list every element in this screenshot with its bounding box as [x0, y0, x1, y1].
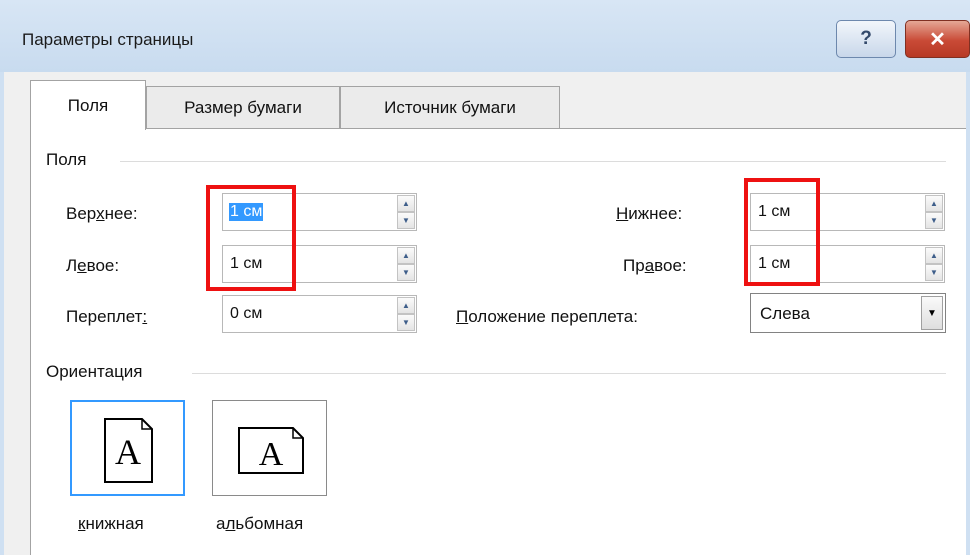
bottom-margin-spin-buttons: ▲ ▼ — [925, 195, 943, 229]
spin-down-icon[interactable]: ▼ — [925, 264, 943, 281]
top-margin-spin-buttons: ▲ ▼ — [397, 195, 415, 229]
spin-down-icon[interactable]: ▼ — [397, 264, 415, 281]
annotation-box-top-left-margins — [206, 185, 296, 291]
spin-up-icon[interactable]: ▲ — [925, 247, 943, 264]
tab-paper-size[interactable]: Размер бумаги — [146, 86, 340, 128]
spin-down-icon[interactable]: ▼ — [925, 212, 943, 229]
help-icon: ? — [860, 28, 872, 49]
page-setup-dialog: Параметры страницы ? ✕ Поля Размер бумаг… — [0, 0, 970, 555]
help-button[interactable]: ? — [836, 20, 896, 58]
gutter-position-label: Положение переплета: — [456, 307, 638, 326]
gutter-position-value: Слева — [760, 304, 810, 323]
left-margin-label: Левое: — [66, 256, 120, 275]
close-icon: ✕ — [929, 28, 946, 51]
portrait-page-icon: A — [104, 418, 153, 483]
gutter-spin-buttons: ▲ ▼ — [397, 297, 415, 331]
gutter-position-select[interactable]: Слева ▼ — [750, 293, 946, 333]
portrait-orientation-button[interactable]: A — [70, 400, 185, 496]
title-bar[interactable]: Параметры страницы ? ✕ — [0, 0, 970, 72]
landscape-label: альбомная — [216, 514, 304, 533]
margins-group-legend: Поля — [46, 150, 87, 169]
spin-up-icon[interactable]: ▲ — [397, 247, 415, 264]
bottom-margin-label: Нижнее: — [616, 204, 683, 223]
dialog-title: Параметры страницы — [22, 30, 194, 49]
portrait-label: книжная — [78, 514, 144, 533]
right-margin-spin-buttons: ▲ ▼ — [925, 247, 943, 281]
page-glyph: A — [115, 432, 141, 472]
tab-label: Поля — [67, 95, 109, 115]
close-button[interactable]: ✕ — [905, 20, 970, 58]
landscape-page-icon: A — [238, 427, 304, 474]
annotation-box-bottom-right-margins — [744, 178, 820, 286]
tab-strip-border — [30, 128, 966, 129]
tab-label: Источник бумаги — [384, 97, 516, 117]
spin-up-icon[interactable]: ▲ — [397, 195, 415, 212]
chevron-down-icon[interactable]: ▼ — [921, 296, 943, 330]
landscape-orientation-button[interactable]: A — [212, 400, 327, 496]
tab-label: Размер бумаги — [184, 97, 302, 117]
window-frame-edge — [966, 72, 970, 555]
orientation-group-legend: Ориентация — [46, 362, 143, 381]
gutter-value[interactable]: 0 см — [230, 305, 262, 323]
spin-down-icon[interactable]: ▼ — [397, 212, 415, 229]
tab-paper-source[interactable]: Источник бумаги — [340, 86, 560, 128]
orientation-group-separator — [192, 373, 946, 374]
top-margin-label: Верхнее: — [66, 204, 138, 223]
gutter-label: Переплет: — [66, 307, 148, 326]
tab-margins[interactable]: Поля — [30, 80, 146, 130]
spin-up-icon[interactable]: ▲ — [397, 297, 415, 314]
page-glyph: A — [259, 436, 284, 473]
left-margin-spin-buttons: ▲ ▼ — [397, 247, 415, 281]
margins-group-separator — [120, 161, 946, 162]
right-margin-label: Правое: — [623, 256, 687, 275]
spin-up-icon[interactable]: ▲ — [925, 195, 943, 212]
spin-down-icon[interactable]: ▼ — [397, 314, 415, 331]
gutter-spinner[interactable]: 0 см ▲ ▼ — [222, 295, 417, 333]
